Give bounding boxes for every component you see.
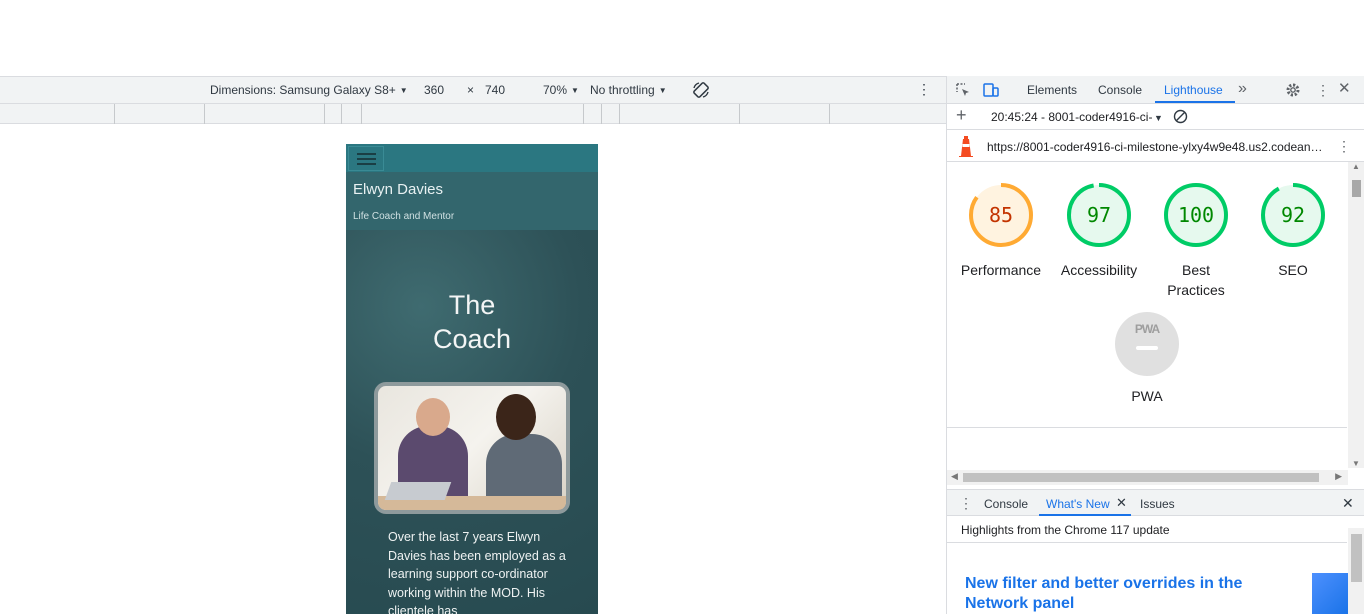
width-input[interactable]: 360	[424, 83, 444, 97]
site-subtitle: Life Coach and Mentor	[353, 211, 455, 222]
close-whats-new-icon[interactable]: ✕	[1116, 496, 1127, 510]
lighthouse-scores: 85 Performance 97 Accessibility 100 Best…	[947, 162, 1347, 427]
close-devtools-icon[interactable]: ✕	[1338, 81, 1351, 96]
pwa-gauge[interactable]: PWA PWA	[1099, 312, 1195, 404]
accessibility-score-ring: 97	[1067, 183, 1131, 247]
page-top-blank	[0, 0, 1364, 76]
audited-url: https://8001-coder4916-ci-milestone-ylxy…	[987, 140, 1327, 154]
site-name[interactable]: Elwyn Davies	[353, 181, 443, 198]
hero-title-line1: The	[448, 290, 496, 320]
customize-menu-icon[interactable]: ⋮	[1316, 83, 1330, 97]
report-horizontal-scrollbar[interactable]: ◀ ▶	[947, 470, 1348, 485]
media-query-ruler	[0, 104, 946, 124]
pwa-label: PWA	[1131, 388, 1163, 404]
scores-divider	[947, 427, 1347, 428]
tab-elements[interactable]: Elements	[1027, 83, 1077, 97]
site-navbar	[346, 144, 598, 172]
hamburger-menu-icon[interactable]	[348, 146, 384, 171]
dimensions-dropdown[interactable]: Dimensions: Samsung Galaxy S8+	[210, 83, 408, 97]
seo-gauge[interactable]: 92 SEO	[1245, 182, 1341, 280]
more-options-icon[interactable]: ⋮	[917, 82, 931, 96]
performance-score-ring: 85	[969, 183, 1033, 247]
hero-section: The Coach Over the last 7 years Elwyn Da…	[346, 230, 598, 614]
best-practices-score-ring: 100	[1164, 183, 1228, 247]
intro-text: Over the last 7 years Elwyn Davies has b…	[388, 530, 566, 614]
performance-score: 85	[989, 203, 1013, 227]
drawer-tab-whats-new[interactable]: What's New	[1046, 497, 1110, 511]
lighthouse-toolbar: + 20:45:24 - 8001-coder4916-ci- ▼	[947, 104, 1364, 130]
drawer-active-indicator	[1039, 514, 1131, 516]
dimension-separator: ×	[467, 83, 475, 97]
report-selector[interactable]: 20:45:24 - 8001-coder4916-ci-	[991, 110, 1152, 124]
drawer-tab-console[interactable]: Console	[984, 497, 1028, 511]
tab-console[interactable]: Console	[1098, 83, 1142, 97]
active-tab-indicator	[1155, 101, 1235, 103]
inspect-element-icon[interactable]	[955, 82, 971, 98]
seo-label: SEO	[1278, 262, 1308, 278]
coach-photo	[374, 382, 570, 514]
best-practices-label: Best Practices	[1167, 262, 1225, 298]
pwa-badge-text: PWA	[1134, 322, 1160, 336]
rotate-icon[interactable]	[692, 81, 710, 99]
new-report-plus-icon[interactable]: +	[956, 106, 967, 124]
hero-title-line2: Coach	[432, 324, 512, 354]
seo-score: 92	[1281, 203, 1305, 227]
accessibility-gauge[interactable]: 97 Accessibility	[1051, 182, 1147, 280]
clear-block-icon[interactable]	[1173, 109, 1188, 124]
device-toolbar: Dimensions: Samsung Galaxy S8+ 360 × 740…	[0, 76, 946, 104]
drawer-menu-icon[interactable]: ⋮	[959, 496, 973, 510]
lighthouse-logo-icon	[959, 136, 973, 157]
device-toggle-icon[interactable]	[983, 82, 999, 98]
best-practices-gauge[interactable]: 100 Best Practices	[1148, 182, 1244, 300]
accessibility-label: Accessibility	[1060, 262, 1138, 278]
whats-new-thumbnail	[1312, 573, 1348, 614]
zoom-dropdown[interactable]: 70%	[543, 83, 579, 97]
performance-gauge[interactable]: 85 Performance	[953, 182, 1049, 280]
hero-title: The Coach	[346, 288, 598, 356]
height-input[interactable]: 740	[485, 83, 505, 97]
whats-new-highlights: Highlights from the Chrome 117 update	[961, 523, 1170, 537]
drawer-tabbar: ⋮ Console What's New ✕ Issues ✕	[947, 489, 1364, 516]
more-tabs-icon[interactable]: »	[1238, 81, 1247, 97]
whats-new-article-link[interactable]: New filter and better overrides in the N…	[965, 574, 1285, 614]
throttling-dropdown[interactable]: No throttling	[590, 83, 667, 97]
devtools-tabbar: Elements Console Lighthouse » ⋮ ✕	[947, 76, 1364, 104]
devtools-panel: Elements Console Lighthouse » ⋮ ✕ + 20:4…	[946, 76, 1364, 614]
seo-score-ring: 92	[1261, 183, 1325, 247]
drawer-tab-issues[interactable]: Issues	[1140, 497, 1175, 511]
report-menu-icon[interactable]: ⋮	[1337, 139, 1351, 153]
best-practices-score: 100	[1178, 203, 1214, 227]
report-vertical-scrollbar[interactable]: ▲ ▼	[1348, 162, 1364, 468]
performance-label: Performance	[960, 262, 1042, 278]
accessibility-score: 97	[1087, 203, 1111, 227]
whats-new-divider	[947, 542, 1347, 543]
lighthouse-url-bar: https://8001-coder4916-ci-milestone-ylxy…	[947, 130, 1364, 162]
mobile-preview: Elwyn Davies Life Coach and Mentor The C…	[346, 144, 598, 614]
settings-gear-icon[interactable]	[1285, 82, 1301, 98]
site-header: Elwyn Davies Life Coach and Mentor	[346, 172, 598, 230]
report-dropdown-caret-icon[interactable]: ▼	[1154, 111, 1163, 125]
drawer-vertical-scrollbar[interactable]	[1348, 528, 1364, 614]
pwa-badge-icon: PWA	[1115, 312, 1179, 376]
close-drawer-icon[interactable]: ✕	[1342, 496, 1354, 510]
tab-lighthouse[interactable]: Lighthouse	[1164, 83, 1223, 97]
